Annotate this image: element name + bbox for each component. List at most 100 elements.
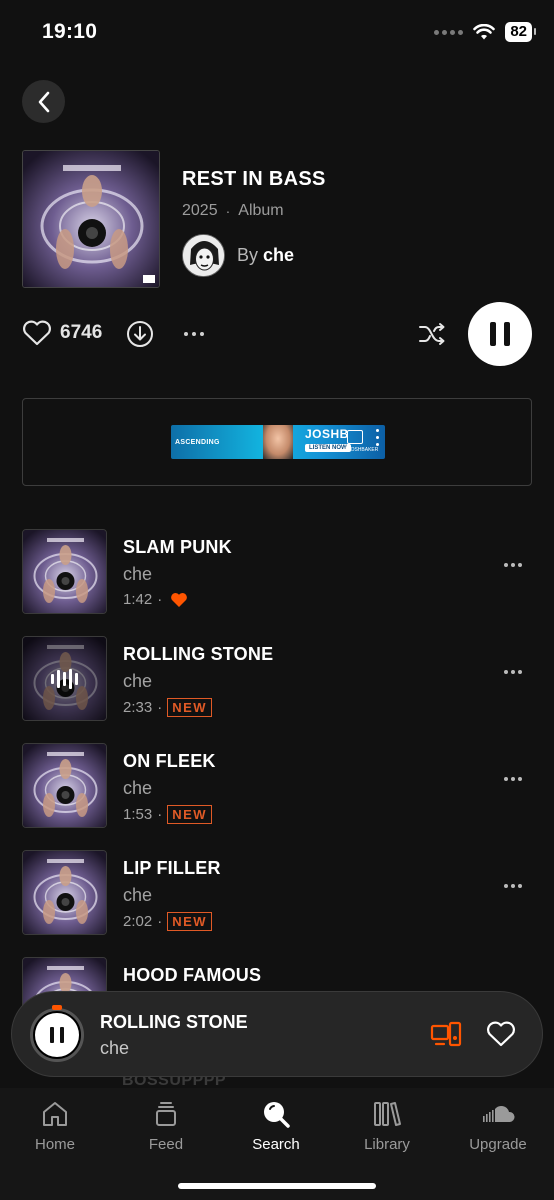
track-artist: che: [123, 564, 153, 584]
status-bar: 19:10 82: [0, 0, 554, 64]
track-meta: 1:42 ·: [123, 591, 188, 608]
track-meta: 2:02 · NEW: [123, 912, 213, 931]
track-title: ON FLEEK: [123, 751, 216, 771]
ad-left-text: ASCENDING: [175, 439, 220, 446]
cellular-signal-icon: [434, 29, 464, 35]
meta-separator: ·: [157, 913, 163, 930]
tab-home[interactable]: Home: [0, 1098, 110, 1153]
home-icon: [43, 1102, 67, 1126]
tab-label: Feed: [148, 1136, 184, 1153]
track-title: LIP FILLER: [123, 858, 221, 878]
track-duration: 2:33: [123, 699, 153, 716]
mini-pause-button[interactable]: [30, 1008, 84, 1062]
track-duration: 1:53: [123, 806, 153, 823]
ad-artist-name: JOSHB: [305, 427, 349, 441]
track-artwork: [22, 743, 107, 828]
track-artwork: [22, 529, 107, 614]
mini-player-artist: che: [100, 1038, 130, 1058]
track-artwork: [22, 636, 107, 721]
meta-separator: ·: [225, 203, 231, 219]
album-year: 2025: [182, 202, 218, 219]
track-artist: che: [123, 778, 153, 798]
new-badge: NEW: [167, 698, 213, 717]
play-logo-icon: [347, 430, 363, 444]
track-meta: 1:53 · NEW: [123, 805, 213, 824]
more-options-button[interactable]: [182, 320, 206, 353]
tab-upgrade[interactable]: Upgrade: [443, 1098, 553, 1153]
tab-library[interactable]: Library: [332, 1098, 442, 1153]
track-row[interactable]: LIP FILLER che 2:02 · NEW: [22, 850, 532, 936]
soundcloud-icon: [483, 1105, 515, 1122]
download-icon: [127, 321, 153, 347]
track-duration: 2:02: [123, 913, 153, 930]
track-meta: 2:33 · NEW: [123, 698, 213, 717]
home-indicator: [178, 1183, 376, 1189]
ad-container: ASCENDING JOSHB LISTEN NOW @JOSHBAKER: [22, 398, 532, 486]
like-button[interactable]: 6746: [22, 320, 102, 346]
artist-link[interactable]: By che: [182, 234, 294, 277]
battery-indicator: 82: [505, 22, 536, 42]
ad-menu-icon: [376, 429, 379, 450]
track-duration: 1:42: [123, 591, 153, 608]
meta-separator: ·: [157, 699, 163, 716]
status-time: 19:10: [42, 20, 98, 43]
track-row[interactable]: SLAM PUNK che 1:42 ·: [22, 529, 532, 615]
like-count: 6746: [60, 322, 103, 343]
tab-label: Upgrade: [469, 1136, 527, 1153]
more-horizontal-icon: [184, 332, 204, 336]
track-more-button[interactable]: [504, 884, 522, 888]
feed-icon: [156, 1102, 176, 1126]
wifi-icon: [473, 23, 496, 39]
track-more-button[interactable]: [504, 563, 522, 567]
ad-portrait: [263, 425, 293, 459]
album-cover: [22, 150, 160, 288]
shuffle-button[interactable]: [418, 322, 446, 351]
status-indicators: 82: [434, 22, 536, 42]
tab-feed[interactable]: Feed: [111, 1098, 221, 1153]
heart-outline-icon: [23, 320, 51, 346]
ad-banner[interactable]: ASCENDING JOSHB LISTEN NOW @JOSHBAKER: [171, 425, 385, 459]
pause-icon: [35, 1013, 79, 1057]
pause-button[interactable]: [468, 302, 532, 366]
chevron-left-icon: [38, 91, 49, 112]
mini-player-title: ROLLING STONE: [100, 1012, 248, 1032]
meta-separator: ·: [157, 806, 163, 823]
tab-label: Search: [252, 1136, 300, 1153]
album-title: REST IN BASS: [182, 168, 326, 190]
track-artist: che: [123, 885, 153, 905]
heart-filled-icon: [171, 592, 188, 607]
download-button[interactable]: [126, 320, 154, 353]
devices-icon: [430, 1021, 462, 1047]
tab-search[interactable]: Search: [221, 1098, 331, 1153]
mini-like-button[interactable]: [486, 1021, 516, 1052]
back-button[interactable]: [22, 80, 65, 123]
playback-progress-indicator: [52, 1005, 62, 1010]
search-icon: [264, 1102, 290, 1128]
tab-label: Home: [34, 1136, 75, 1153]
album-meta: 2025 · Album: [182, 202, 284, 220]
new-badge: NEW: [167, 912, 213, 931]
artist-byline: By che: [237, 245, 294, 266]
track-more-button[interactable]: [504, 670, 522, 674]
album-type: Album: [238, 202, 284, 219]
shuffle-icon: [419, 323, 445, 345]
track-title: SLAM PUNK: [123, 537, 232, 557]
meta-separator: ·: [157, 591, 163, 608]
track-title: HOOD FAMOUS: [123, 965, 262, 985]
track-title: ROLLING STONE: [123, 644, 274, 664]
now-playing-waveform-icon: [23, 637, 106, 720]
track-more-button[interactable]: [504, 777, 522, 781]
track-row[interactable]: ON FLEEK che 1:53 · NEW: [22, 743, 532, 829]
track-row[interactable]: ROLLING STONE che 2:33 · NEW: [22, 636, 532, 722]
track-artist: che: [123, 671, 153, 691]
album-actions: 6746: [22, 302, 532, 366]
heart-outline-icon: [487, 1021, 515, 1047]
artist-name[interactable]: che: [263, 245, 294, 265]
library-icon: [374, 1102, 401, 1126]
connect-device-button[interactable]: [430, 1021, 462, 1054]
artist-avatar: [182, 234, 225, 277]
ad-handle: @JOSHBAKER: [343, 447, 379, 453]
by-label: By: [237, 245, 259, 265]
track-artwork: [22, 850, 107, 935]
mini-player[interactable]: ROLLING STONE che: [11, 991, 543, 1077]
